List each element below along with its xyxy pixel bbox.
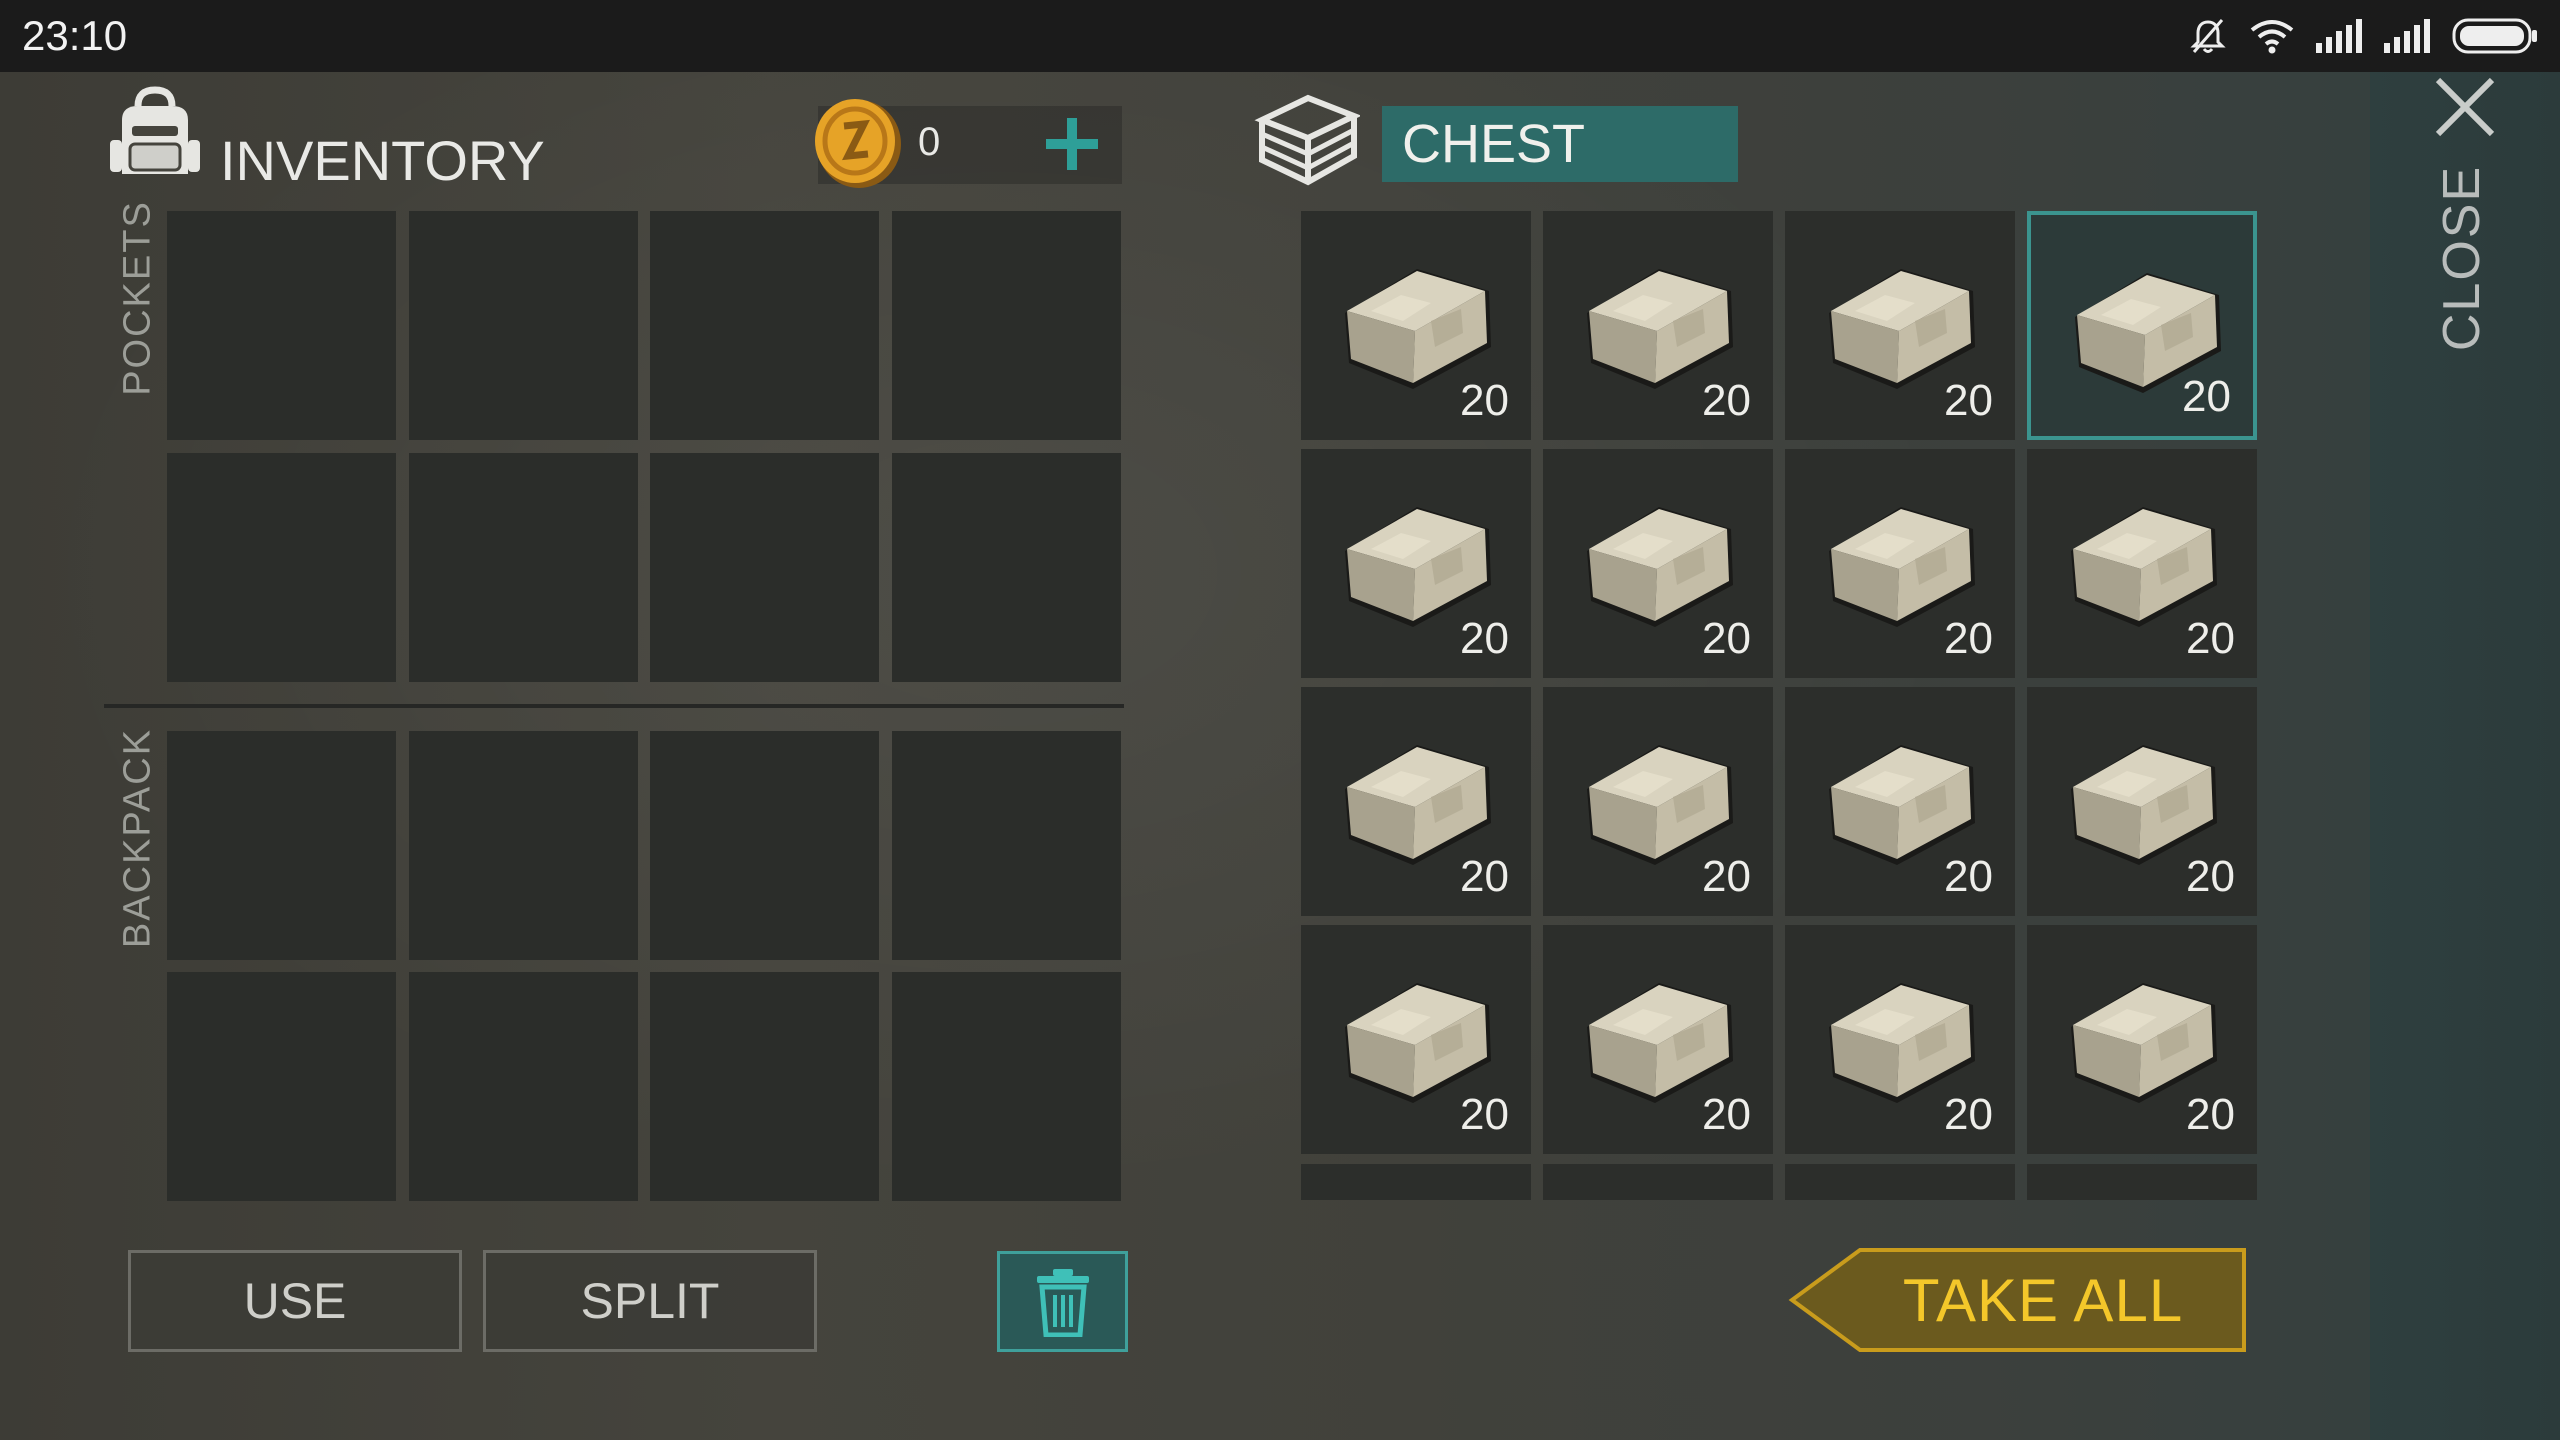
- wifi-icon: [2250, 20, 2294, 54]
- chest-title: CHEST: [1382, 106, 1738, 182]
- chest-item-slot[interactable]: 20: [2027, 925, 2257, 1154]
- backpack-slot[interactable]: [650, 731, 879, 960]
- item-quantity: 20: [1944, 1090, 1993, 1139]
- battery-icon: [2452, 18, 2537, 54]
- chest-slot-partial[interactable]: [1785, 1164, 2015, 1200]
- chest-item-slot[interactable]: 20: [1301, 449, 1531, 678]
- item-quantity: 20: [2182, 372, 2231, 421]
- chest-item-slot[interactable]: 20: [1301, 211, 1531, 440]
- chest-item-slot[interactable]: 20: [1785, 211, 2015, 440]
- chest-item-slot[interactable]: 20: [1301, 925, 1531, 1154]
- close-label[interactable]: CLOSE: [2432, 165, 2492, 351]
- coin-value: 0: [918, 120, 941, 164]
- chest-item-slot[interactable]: 20: [1785, 925, 2015, 1154]
- coin-icon: [815, 99, 901, 188]
- item-quantity: 20: [1460, 1090, 1509, 1139]
- chest-slot-partial[interactable]: [1301, 1164, 1531, 1200]
- bell-muted-icon: [2190, 19, 2226, 53]
- item-quantity: 20: [1460, 614, 1509, 663]
- chest-item-slot[interactable]: 20: [2027, 687, 2257, 916]
- item-quantity: 20: [2186, 614, 2235, 663]
- chest-item-slot[interactable]: 20: [2027, 211, 2257, 440]
- chest-item-slot[interactable]: 20: [1785, 449, 2015, 678]
- pocket-slot[interactable]: [650, 211, 879, 440]
- chest-item-slot[interactable]: 20: [2027, 449, 2257, 678]
- chest-item-slot[interactable]: 20: [1785, 687, 2015, 916]
- pocket-slot[interactable]: [167, 453, 396, 682]
- backpack-icon: [110, 86, 200, 174]
- backpack-label: BACKPACK: [116, 727, 159, 949]
- pocket-slot[interactable]: [892, 211, 1121, 440]
- item-quantity: 20: [1944, 614, 1993, 663]
- item-quantity: 20: [1944, 852, 1993, 901]
- item-quantity: 20: [2186, 1090, 2235, 1139]
- item-quantity: 20: [1702, 376, 1751, 425]
- signal-icon: [2384, 19, 2430, 53]
- chest-item-slot[interactable]: 20: [1543, 925, 1773, 1154]
- pocket-slot[interactable]: [650, 453, 879, 682]
- item-quantity: 20: [1460, 376, 1509, 425]
- item-quantity: 20: [2186, 852, 2235, 901]
- add-coins-icon[interactable]: [1044, 116, 1100, 172]
- backpack-slot[interactable]: [409, 731, 638, 960]
- section-divider: [104, 704, 1124, 708]
- pockets-label: POCKETS: [116, 200, 159, 396]
- pocket-slot[interactable]: [167, 211, 396, 440]
- trash-icon: [1036, 1268, 1089, 1337]
- inventory-title: INVENTORY: [220, 129, 545, 192]
- item-quantity: 20: [1460, 852, 1509, 901]
- delete-button[interactable]: [997, 1251, 1128, 1352]
- signal-icon: [2316, 19, 2362, 53]
- split-button[interactable]: SPLIT: [483, 1250, 817, 1352]
- pocket-slot[interactable]: [892, 453, 1121, 682]
- use-button[interactable]: USE: [128, 1250, 462, 1352]
- backpack-slot[interactable]: [650, 972, 879, 1201]
- close-icon[interactable]: [2432, 74, 2498, 140]
- status-bar: 23:10: [0, 0, 2560, 72]
- backpack-slot[interactable]: [409, 972, 638, 1201]
- status-icons: [2188, 14, 2538, 58]
- chest-item-slot[interactable]: 20: [1543, 211, 1773, 440]
- item-quantity: 20: [1944, 376, 1993, 425]
- pocket-slot[interactable]: [409, 211, 638, 440]
- chest-icon: [1254, 94, 1360, 186]
- backpack-slot[interactable]: [167, 731, 396, 960]
- chest-item-slot[interactable]: 20: [1543, 687, 1773, 916]
- item-quantity: 20: [1702, 614, 1751, 663]
- backpack-slot[interactable]: [167, 972, 396, 1201]
- chest-item-slot[interactable]: 20: [1543, 449, 1773, 678]
- chest-slot-partial[interactable]: [2027, 1164, 2257, 1200]
- backpack-slot[interactable]: [892, 731, 1121, 960]
- take-all-label[interactable]: TAKE ALL: [1860, 1248, 2226, 1352]
- chest-item-slot[interactable]: 20: [1301, 687, 1531, 916]
- status-time: 23:10: [22, 12, 128, 59]
- backpack-slot[interactable]: [892, 972, 1121, 1201]
- item-quantity: 20: [1702, 1090, 1751, 1139]
- chest-slot-partial[interactable]: [1543, 1164, 1773, 1200]
- item-quantity: 20: [1702, 852, 1751, 901]
- pocket-slot[interactable]: [409, 453, 638, 682]
